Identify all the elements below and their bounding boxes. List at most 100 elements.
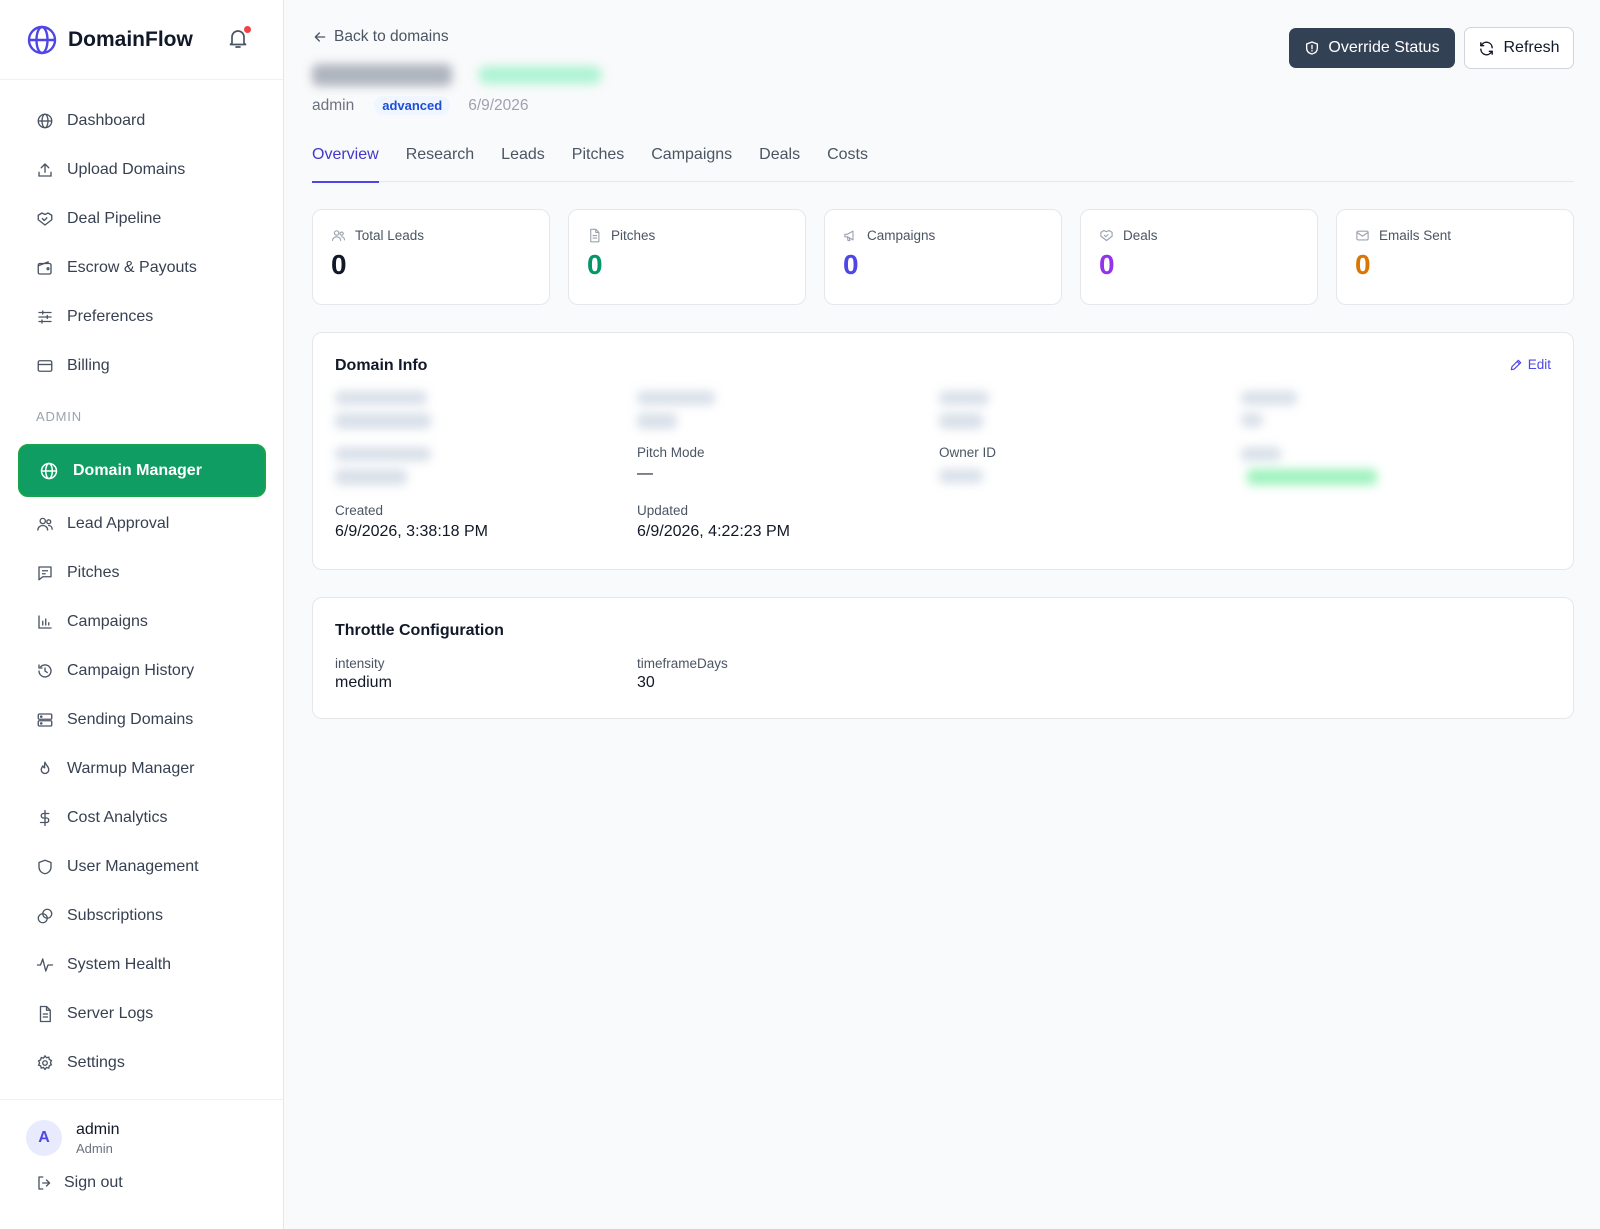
flame-icon: [36, 760, 54, 778]
sidebar-item-label: Lead Approval: [67, 514, 170, 532]
stat-card-deals: Deals 0: [1080, 209, 1318, 305]
tab-overview[interactable]: Overview: [312, 138, 379, 183]
sidebar-item-cost-analytics[interactable]: Cost Analytics: [0, 793, 284, 842]
field-value: 6/9/2026, 3:38:18 PM: [335, 523, 488, 540]
redacted-field: [637, 391, 715, 405]
gear-icon: [36, 1054, 54, 1072]
sidebar-item-preferences[interactable]: Preferences: [0, 292, 284, 341]
sidebar-item-pitches[interactable]: Pitches: [0, 548, 284, 597]
redacted-field: [1241, 413, 1263, 427]
user-profile[interactable]: A admin Admin: [0, 1100, 284, 1156]
domain-info-card: Domain Info Edit Pitch Mode — Owner ID C…: [312, 332, 1574, 570]
sidebar: DomainFlow Dashboard Upload Domains Deal…: [0, 0, 284, 1229]
history-icon: [36, 662, 54, 680]
stat-value: 0: [843, 249, 859, 280]
sidebar-item-label: System Health: [67, 955, 172, 973]
coins-icon: [36, 907, 54, 925]
sidebar-item-label: Settings: [67, 1053, 125, 1071]
users-icon: [36, 515, 54, 533]
stat-card-pitches: Pitches 0: [568, 209, 806, 305]
sidebar-item-system-health[interactable]: System Health: [0, 940, 284, 989]
user-name: admin: [76, 1120, 120, 1138]
handshake-icon: [36, 210, 54, 228]
bar-chart-icon: [36, 613, 54, 631]
tab-deals[interactable]: Deals: [759, 138, 800, 182]
override-status-label: Override Status: [1328, 39, 1440, 56]
stat-label: Campaigns: [867, 228, 936, 243]
stat-value: 0: [1099, 249, 1115, 280]
tier-badge: advanced: [374, 96, 451, 115]
sidebar-item-label: Warmup Manager: [67, 759, 195, 777]
domain-status-badge-redacted: [478, 66, 602, 84]
sidebar-nav: Dashboard Upload Domains Deal Pipeline E…: [0, 96, 284, 1087]
sidebar-item-label: Upload Domains: [67, 160, 186, 178]
field-label: Created: [335, 503, 384, 518]
override-status-button[interactable]: Override Status: [1289, 28, 1455, 68]
field-value: medium: [335, 674, 392, 691]
sidebar-item-campaign-history[interactable]: Campaign History: [0, 646, 284, 695]
stat-value: 0: [1355, 249, 1371, 280]
activity-icon: [36, 956, 54, 974]
refresh-button[interactable]: Refresh: [1464, 27, 1574, 69]
back-label: Back to domains: [334, 28, 449, 45]
refresh-icon: [1478, 40, 1495, 57]
stat-value: 0: [587, 249, 603, 280]
users-icon: [331, 228, 346, 243]
sidebar-item-campaigns[interactable]: Campaigns: [0, 597, 284, 646]
redacted-status-badge: [1247, 469, 1377, 485]
file-text-icon: [36, 1005, 54, 1023]
shield-icon: [36, 858, 54, 876]
sidebar-item-label: Preferences: [67, 307, 154, 325]
sidebar-item-upload-domains[interactable]: Upload Domains: [0, 145, 284, 194]
field-updated: Updated 6/9/2026, 4:22:23 PM: [637, 503, 790, 541]
tab-pitches[interactable]: Pitches: [572, 138, 624, 182]
sidebar-item-domain-manager[interactable]: Domain Manager: [18, 444, 266, 497]
redacted-field: [335, 447, 431, 461]
megaphone-icon: [843, 228, 858, 243]
redacted-field: [939, 391, 989, 405]
log-out-icon: [36, 1174, 54, 1192]
domain-date: 6/9/2026: [468, 96, 529, 114]
wallet-icon: [36, 259, 54, 277]
sidebar-item-sending-domains[interactable]: Sending Domains: [0, 695, 284, 744]
sidebar-item-deal-pipeline[interactable]: Deal Pipeline: [0, 194, 284, 243]
sidebar-item-escrow-payouts[interactable]: Escrow & Payouts: [0, 243, 284, 292]
back-to-domains-link[interactable]: Back to domains: [312, 28, 449, 46]
main-content: Back to domains admin advanced 6/9/2026 …: [284, 0, 1600, 1229]
tab-campaigns[interactable]: Campaigns: [651, 138, 732, 182]
sidebar-item-label: Server Logs: [67, 1004, 154, 1022]
sidebar-item-dashboard[interactable]: Dashboard: [0, 96, 284, 145]
bell-icon[interactable]: [226, 26, 252, 52]
sign-out-button[interactable]: Sign out: [0, 1156, 284, 1192]
server-icon: [36, 711, 54, 729]
domain-tabs: Overview Research Leads Pitches Campaign…: [312, 138, 1574, 183]
tab-leads[interactable]: Leads: [501, 138, 545, 182]
field-value: 30: [637, 674, 655, 691]
tab-costs[interactable]: Costs: [827, 138, 868, 182]
sidebar-item-billing[interactable]: Billing: [0, 341, 284, 390]
handshake-icon: [1099, 228, 1114, 243]
redacted-field: [335, 391, 427, 405]
domain-owner: admin: [312, 96, 355, 114]
message-square-icon: [36, 564, 54, 582]
tab-research[interactable]: Research: [406, 138, 474, 182]
domain-info-title: Domain Info: [335, 357, 428, 374]
sidebar-item-subscriptions[interactable]: Subscriptions: [0, 891, 284, 940]
sidebar-item-user-management[interactable]: User Management: [0, 842, 284, 891]
refresh-label: Refresh: [1503, 39, 1560, 56]
sidebar-item-label: Campaign History: [67, 661, 195, 679]
sidebar-item-server-logs[interactable]: Server Logs: [0, 989, 284, 1038]
sidebar-item-warmup-manager[interactable]: Warmup Manager: [0, 744, 284, 793]
redacted-field: [1241, 447, 1281, 461]
sidebar-item-label: Domain Manager: [73, 461, 202, 479]
redacted-field: [1241, 391, 1297, 405]
sidebar-item-settings[interactable]: Settings: [0, 1038, 284, 1087]
edit-button[interactable]: Edit: [1509, 357, 1551, 372]
sidebar-item-label: Campaigns: [67, 612, 148, 630]
stat-label: Deals: [1123, 228, 1158, 243]
sidebar-item-lead-approval[interactable]: Lead Approval: [0, 499, 284, 548]
shield-alert-icon: [1304, 40, 1320, 56]
throttle-config-title: Throttle Configuration: [335, 622, 504, 639]
edit-label: Edit: [1527, 357, 1551, 372]
field-label: Owner ID: [939, 445, 997, 460]
